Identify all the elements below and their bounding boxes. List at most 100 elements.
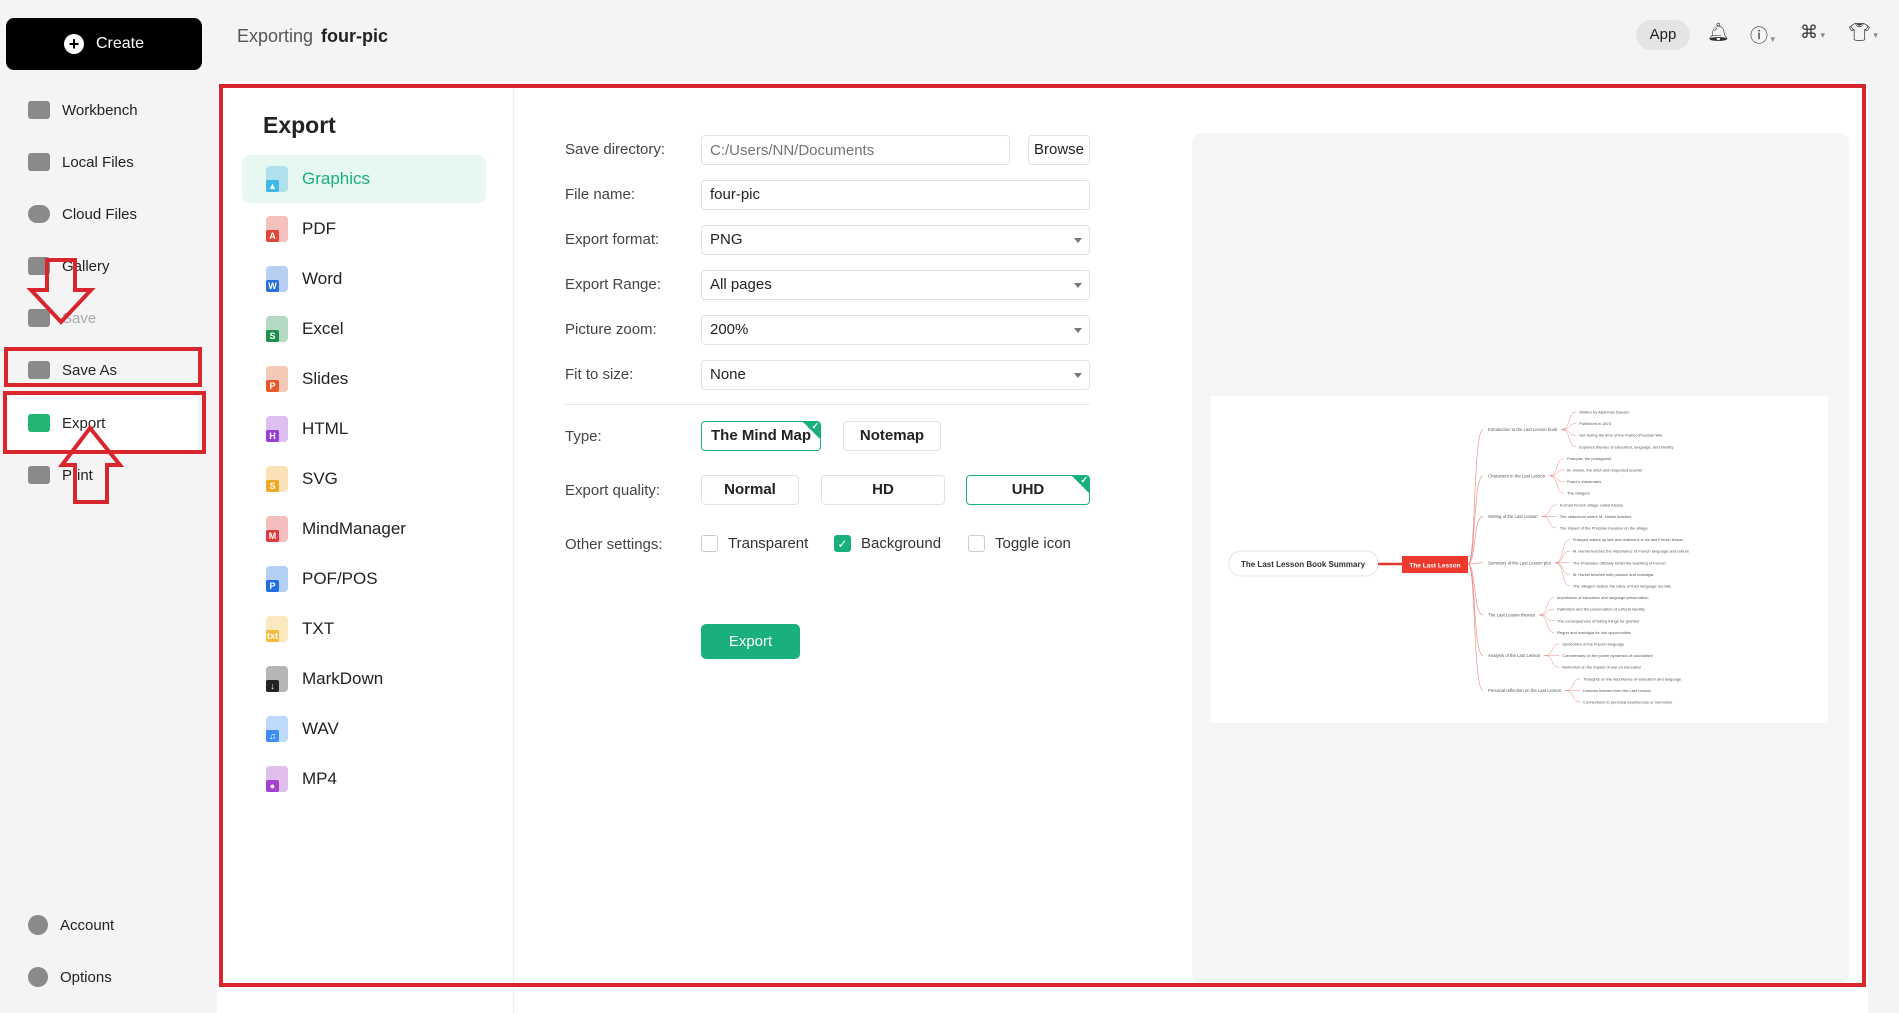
help-icon[interactable]: ⓘ ▾ [1750, 22, 1775, 48]
mindmap-leaf-connector [1565, 690, 1581, 703]
fit-to-size-select[interactable]: None [701, 360, 1090, 390]
checkbox-checked-icon[interactable]: ✓ [834, 535, 851, 552]
transparent-checkbox[interactable]: Transparent [701, 535, 808, 552]
background-label: Background [861, 535, 942, 552]
mindmap-leaf-text: M. Hamel, the strict and respected teach… [1567, 468, 1643, 473]
file-name-input[interactable]: four-pic [701, 180, 1090, 210]
file-type-badge: ♫ [266, 730, 279, 742]
picture-zoom-select[interactable]: 200% [701, 315, 1090, 345]
export-format-select[interactable]: PNG [701, 225, 1090, 255]
toggle-icon-checkbox[interactable]: Toggle icon [968, 535, 1071, 552]
format-item-markdown[interactable]: ↓ MarkDown [242, 655, 486, 703]
checkbox-unchecked-icon[interactable] [968, 535, 985, 552]
format-item-wav[interactable]: ♫ WAV [242, 705, 486, 753]
export-range-select[interactable]: All pages [701, 270, 1090, 300]
cloud-icon [28, 205, 50, 223]
mindmap-leaf-connector [1554, 539, 1570, 564]
mindmap-leaf-text: The villagers realize the value of their… [1573, 584, 1672, 589]
file-type-badge: S [266, 330, 279, 342]
mindmap-leaf-text: M. Hamel teaches with passion and nostal… [1573, 572, 1654, 577]
checkbox-unchecked-icon[interactable] [701, 535, 718, 552]
format-item-pof-pos[interactable]: P POF/POS [242, 555, 486, 603]
quality-hd-button[interactable]: HD [821, 475, 945, 505]
save-directory-input[interactable] [701, 135, 1010, 165]
plus-icon: + [63, 34, 84, 54]
bell-icon[interactable]: 🔔︎ [1707, 22, 1730, 43]
mindmap-branch-text: Analysis of the Last Lesson [1488, 653, 1541, 658]
format-label: TXT [302, 619, 335, 638]
file-type-badge: M [266, 530, 279, 542]
sidebar-item-label: Workbench [62, 101, 138, 119]
format-item-html[interactable]: H HTML [242, 405, 486, 453]
file-type-badge: A [266, 230, 279, 242]
format-label: Slides [302, 369, 349, 388]
file-type-icon: S [266, 466, 288, 492]
sidebar-item-workbench[interactable]: Workbench [28, 92, 200, 128]
file-type-badge: txt [266, 630, 279, 642]
mindmap-branch-connector [1467, 475, 1484, 565]
mindmap-leaf-connector [1539, 614, 1555, 622]
file-type-badge: W [266, 280, 279, 292]
sidebar-item-account[interactable]: Account [28, 907, 200, 943]
mindmap-leaf-connector [1554, 562, 1570, 587]
browse-button[interactable]: Browse [1028, 135, 1090, 165]
mindmap-leaf-text: The impact of the Prussian invasion on t… [1560, 526, 1649, 531]
file-type-icon: P [266, 366, 288, 392]
format-item-word[interactable]: W Word [242, 255, 486, 303]
mindmap-leaf-text: Lessons learned from the Last Lesson [1583, 688, 1651, 693]
type-notemap-button[interactable]: Notemap [843, 421, 941, 451]
file-type-badge: P [266, 380, 279, 392]
create-button[interactable]: + Create [6, 18, 202, 70]
create-label: Create [95, 35, 145, 52]
file-type-icon: A [266, 216, 288, 242]
format-label: SVG [302, 469, 338, 488]
sidebar-item-label: Options [60, 968, 112, 986]
format-item-mindmanager[interactable]: M MindManager [242, 505, 486, 553]
sidebar-item-options[interactable]: Options [28, 959, 200, 995]
mindmap-leaf-connector [1541, 504, 1557, 517]
sidebar-item-cloud-files[interactable]: Cloud Files [28, 196, 200, 232]
fit-to-size-label: Fit to size: [565, 366, 634, 383]
format-item-pdf[interactable]: A PDF [242, 205, 486, 253]
format-item-txt[interactable]: txt TXT [242, 605, 486, 653]
picture-zoom-label: Picture zoom: [565, 321, 657, 338]
mindmap-leaf-text: The classroom where M. Hamel teaches [1560, 514, 1632, 519]
format-label: POF/POS [302, 569, 378, 588]
background-checkbox[interactable]: ✓ Background [834, 535, 941, 552]
quality-normal-button[interactable]: Normal [701, 475, 799, 505]
shirt-icon[interactable]: 👕︎ ▾ [1848, 22, 1878, 43]
export-quality-label: Export quality: [565, 482, 661, 499]
apps-icon[interactable]: ⌘ ▾ [1800, 22, 1825, 43]
mindmap-branch-text: Characters in the Last Lesson [1488, 473, 1546, 478]
format-label: WAV [302, 719, 339, 738]
format-item-graphics[interactable]: ▲ Graphics [242, 155, 486, 203]
file-type-icon: ▲ [266, 166, 288, 192]
format-label: Excel [302, 319, 344, 338]
format-label: MindManager [302, 519, 406, 538]
mindmap-leaf-text: Commentary on the power dynamics of colo… [1562, 653, 1653, 658]
format-item-svg[interactable]: S SVG [242, 455, 486, 503]
type-mind-map-button[interactable]: The Mind Map [701, 421, 821, 451]
quality-uhd-button[interactable]: UHD [966, 475, 1090, 505]
title-prefix: Exporting [237, 26, 314, 46]
sidebar-item-local-files[interactable]: Local Files [28, 144, 200, 180]
folder-icon [28, 153, 50, 171]
mindmap-branch-text: Summary of the Last Lesson plot [1488, 560, 1552, 565]
mindmap-leaf-connector [1544, 655, 1560, 668]
file-type-icon: ♫ [266, 716, 288, 742]
file-type-icon: H [266, 416, 288, 442]
format-item-mp4[interactable]: ● MP4 [242, 755, 486, 803]
export-button[interactable]: Export [701, 624, 800, 659]
mindmap-leaf-text: A small French village called Alsace [1560, 502, 1624, 507]
mindmap-branch-connector [1467, 516, 1484, 565]
mindmap-leaf-connector [1549, 475, 1565, 482]
mindmap-branch-connector [1467, 563, 1484, 616]
file-type-icon: txt [266, 616, 288, 642]
mindmap-leaf-text: Set during the time of the Franco-Prussi… [1579, 433, 1663, 438]
page-title: Exporting four-pic [237, 26, 388, 47]
format-item-slides[interactable]: P Slides [242, 355, 486, 403]
app-button[interactable]: App [1636, 20, 1690, 50]
form-divider [565, 404, 1090, 405]
format-item-excel[interactable]: S Excel [242, 305, 486, 353]
sidebar-item-label: Cloud Files [62, 205, 138, 223]
